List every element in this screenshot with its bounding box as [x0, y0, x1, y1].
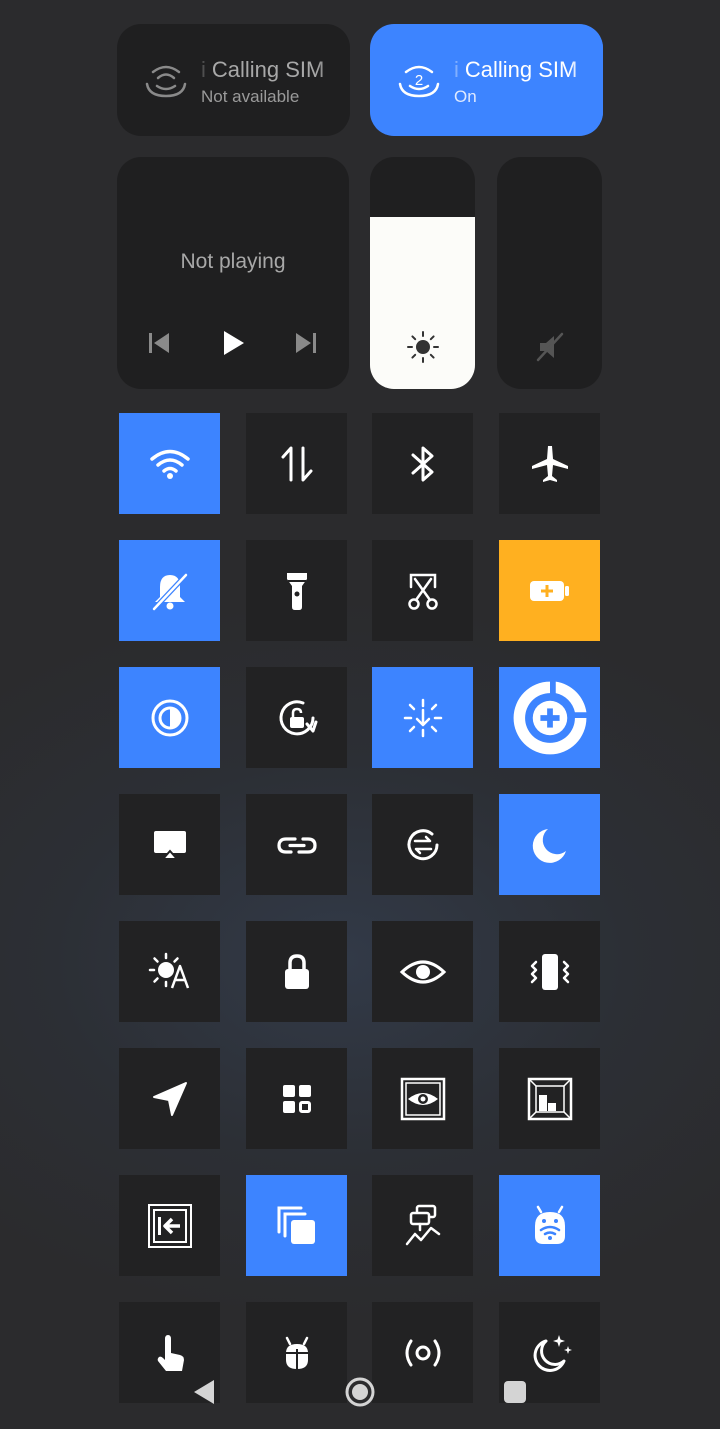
adaptive-brightness-icon	[148, 952, 189, 988]
android-wifi-icon	[534, 1205, 565, 1244]
play-icon[interactable]	[219, 329, 247, 357]
sim-1-title: i Calling SIM	[201, 57, 325, 82]
vibrate-toggle[interactable]	[499, 921, 600, 1022]
adaptive-brightness-toggle[interactable]	[119, 921, 220, 1022]
apps-grid-toggle[interactable]	[246, 1048, 347, 1149]
eye-icon	[399, 960, 446, 983]
recents-icon[interactable]	[499, 1376, 531, 1408]
airplane-toggle[interactable]	[499, 413, 600, 514]
screen-reading-toggle[interactable]	[372, 1048, 473, 1149]
media-status-text: Not playing	[180, 250, 286, 273]
volume-slider[interactable]	[497, 157, 602, 389]
dark-mode-moon-icon	[532, 828, 566, 863]
brightness-slider[interactable]	[370, 157, 475, 389]
mobile-data-icon	[281, 446, 312, 481]
flashlight-icon	[286, 572, 307, 610]
calling-sim-1-card[interactable]: i Calling SIM Not available	[117, 24, 350, 136]
sim-2-signal-icon: 2	[398, 65, 440, 98]
sync-icon	[407, 828, 438, 860]
performance-graph-icon	[405, 1204, 440, 1245]
sim-2-status: On	[454, 87, 477, 106]
apps-grid-icon	[282, 1084, 311, 1113]
sim-2-title: i Calling SIM	[454, 57, 578, 82]
location-icon	[152, 1081, 187, 1116]
window-layout-toggle[interactable]	[499, 1048, 600, 1149]
link-icon	[276, 836, 317, 854]
mute-toggle[interactable]	[119, 540, 220, 641]
sim-1-status: Not available	[201, 87, 300, 106]
screen-lock-toggle[interactable]	[246, 921, 347, 1022]
location-toggle[interactable]	[119, 1048, 220, 1149]
mute-bell-icon	[151, 572, 188, 611]
window-layout-icon	[527, 1077, 572, 1120]
auto-brightness-toggle[interactable]	[372, 667, 473, 768]
auto-brightness-icon	[403, 698, 442, 737]
airplane-icon	[531, 445, 568, 482]
next-track-icon[interactable]	[292, 329, 320, 357]
sun-icon	[407, 331, 439, 363]
bluetooth-icon	[411, 446, 433, 481]
dark-mode-toggle[interactable]	[499, 794, 600, 895]
wifi-icon	[149, 449, 190, 479]
battery-saver-toggle[interactable]	[499, 540, 600, 641]
overlay-windows-toggle[interactable]	[246, 1175, 347, 1276]
mobile-data-toggle[interactable]	[246, 413, 347, 514]
rotation-lock-icon	[279, 699, 317, 735]
volume-muted-icon	[536, 332, 564, 362]
performance-graph-toggle[interactable]	[372, 1175, 473, 1276]
vibrate-icon	[530, 953, 569, 990]
previous-track-icon[interactable]	[145, 329, 173, 357]
flashlight-toggle[interactable]	[246, 540, 347, 641]
media-player-card[interactable]: Not playing	[117, 157, 349, 389]
app-shortcut-toggle[interactable]	[499, 667, 600, 768]
sync-toggle[interactable]	[372, 794, 473, 895]
back-icon[interactable]	[188, 1376, 220, 1408]
invert-colors-toggle[interactable]	[119, 667, 220, 768]
lock-icon	[284, 953, 309, 989]
svg-text:2: 2	[415, 72, 423, 89]
screenshot-scissors-icon	[407, 573, 438, 610]
battery-saver-icon	[529, 580, 569, 601]
app-shortcut-icon	[513, 681, 586, 754]
rotation-lock-toggle[interactable]	[246, 667, 347, 768]
navigation-bar	[0, 1362, 720, 1420]
overlay-windows-icon	[277, 1206, 315, 1244]
sim-signal-icon	[145, 65, 187, 98]
cast-toggle[interactable]	[119, 794, 220, 895]
link-toggle[interactable]	[246, 794, 347, 895]
bluetooth-toggle[interactable]	[372, 413, 473, 514]
home-icon[interactable]	[344, 1376, 376, 1408]
eye-comfort-toggle[interactable]	[372, 921, 473, 1022]
exit-frame-toggle[interactable]	[119, 1175, 220, 1276]
invert-colors-icon	[151, 699, 188, 736]
screen-eye-icon	[400, 1077, 445, 1120]
android-wifi-toggle[interactable]	[499, 1175, 600, 1276]
calling-sim-2-card[interactable]: 2 i Calling SIM On	[370, 24, 603, 136]
cast-icon	[153, 830, 186, 860]
screenshot-toggle[interactable]	[372, 540, 473, 641]
wifi-toggle[interactable]	[119, 413, 220, 514]
exit-frame-icon	[147, 1203, 192, 1248]
